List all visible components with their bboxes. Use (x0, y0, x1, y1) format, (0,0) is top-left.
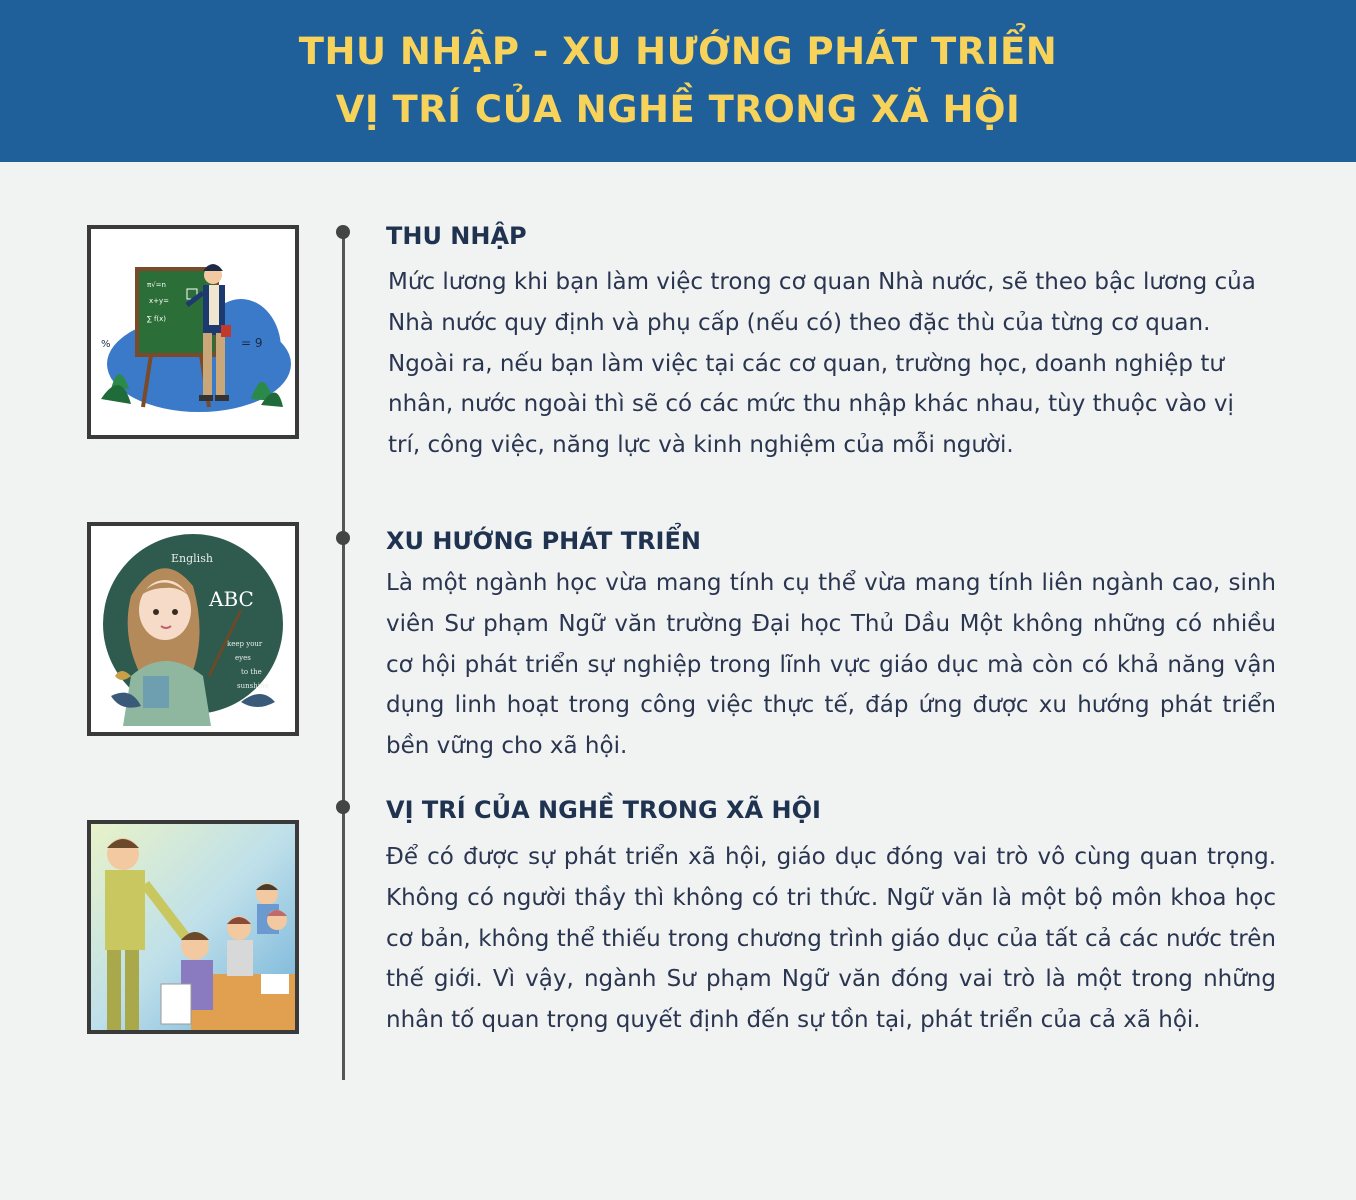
banner-title-line-1: THU NHẬP - XU HƯỚNG PHÁT TRIỂN (298, 30, 1058, 73)
timeline-dot (336, 800, 350, 814)
teacher-students-illustration (87, 820, 299, 1034)
paragraph: Ngoài ra, nếu bạn làm việc tại các cơ qu… (388, 350, 1234, 459)
section-title-income: THU NHẬP (386, 222, 527, 250)
section-title-career-position: VỊ TRÍ CỦA NGHỀ TRONG XÃ HỘI (386, 796, 821, 824)
svg-text:keep your: keep your (227, 640, 263, 648)
section-body-income: Mức lương khi bạn làm việc trong cơ quan… (388, 262, 1268, 466)
timeline-dot (336, 531, 350, 545)
paragraph: Để có được sự phát triển xã hội, giáo dụ… (386, 844, 1276, 1034)
svg-text:eyes: eyes (235, 654, 251, 662)
svg-text:%: % (101, 339, 111, 350)
svg-text:sunshine: sunshine (237, 682, 269, 690)
timeline-line (342, 232, 345, 1080)
timeline-dot (336, 225, 350, 239)
paragraph: Là một ngành học vừa mang tính cụ thể vừ… (386, 570, 1276, 760)
svg-text:= 9: = 9 (241, 336, 263, 350)
section-body-development-trend: Là một ngành học vừa mang tính cụ thể vừ… (386, 563, 1276, 767)
header-banner: THU NHẬP - XU HƯỚNG PHÁT TRIỂN VỊ TRÍ CỦ… (0, 0, 1356, 162)
svg-text:x+y=: x+y= (149, 297, 169, 305)
svg-text:English: English (171, 552, 213, 565)
teacher-chalkboard-illustration: π√=n x+y= ∑ f(x) = 9 % (87, 225, 299, 439)
svg-text:∑ f(x): ∑ f(x) (147, 315, 166, 323)
banner-title-line-2: VỊ TRÍ CỦA NGHỀ TRONG XÃ HỘI (335, 88, 1021, 131)
paragraph: Mức lương khi bạn làm việc trong cơ quan… (388, 269, 1256, 336)
svg-text:ABC: ABC (208, 587, 254, 611)
section-title-development-trend: XU HƯỚNG PHÁT TRIỂN (386, 527, 701, 555)
svg-text:π√=n: π√=n (147, 281, 166, 289)
student-girl-illustration: English ABC keep your eyes to the sunshi… (87, 522, 299, 736)
svg-text:to the: to the (241, 668, 262, 676)
section-body-career-position: Để có được sự phát triển xã hội, giáo dụ… (386, 837, 1276, 1041)
